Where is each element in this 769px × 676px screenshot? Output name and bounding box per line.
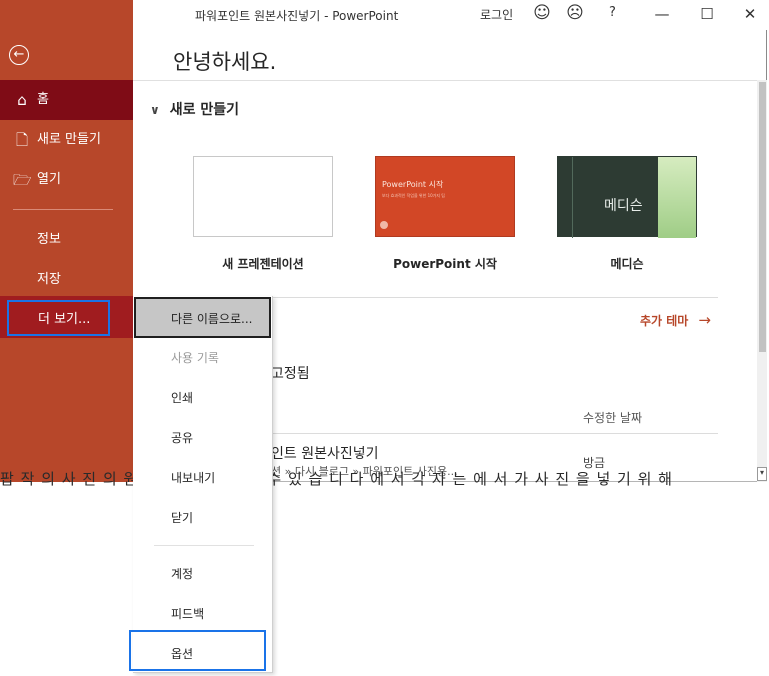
sidebar-divider <box>13 209 113 210</box>
document-background-text: 팝 작 의 사 진 의 원 본 을 구 사 용 할 수 있 습 니 다 에 서 … <box>0 470 673 488</box>
list-divider <box>270 433 718 434</box>
menu-item-share[interactable]: 공유 <box>133 418 272 458</box>
section-divider <box>270 297 718 298</box>
sidebar-item-label: 홈 <box>37 92 49 107</box>
minimize-button[interactable]: — <box>639 0 685 30</box>
title-bar: 파워포인트 원본사진넣기 - PowerPoint 로그인 ☺ ☹ ? — ☐ … <box>133 0 767 30</box>
menu-item-close[interactable]: 닫기 <box>133 498 272 538</box>
more-dropdown-menu: 사용 기록 인쇄 공유 내보내기 닫기 계정 피드백 옵션 <box>133 296 273 673</box>
column-header-modified[interactable]: 수정한 날짜 <box>583 409 642 426</box>
thumbnail-title: PowerPoint 시작 <box>382 180 444 189</box>
sidebar-item-open[interactable]: 🗁 열기 <box>0 160 133 200</box>
thumbnail-title: 메디슨 <box>604 198 643 214</box>
options-highlight-box <box>129 630 266 671</box>
smile-feedback-icon[interactable]: ☺ <box>533 4 551 22</box>
template-blank-thumbnail[interactable] <box>193 156 333 237</box>
menu-item-export[interactable]: 내보내기 <box>133 458 272 498</box>
template-powerpoint-start-thumbnail[interactable]: PowerPoint 시작 보다 효과적인 작업을 위한 10가지 팁 <box>375 156 515 237</box>
login-link[interactable]: 로그인 <box>480 6 513 23</box>
sidebar-item-label: 열기 <box>37 172 61 187</box>
menu-item-print[interactable]: 인쇄 <box>133 378 272 418</box>
maximize-button[interactable]: ☐ <box>684 0 730 30</box>
more-themes-label: 추가 테마 <box>640 314 689 328</box>
sidebar-item-new[interactable]: 🗋 새로 만들기 <box>0 120 133 160</box>
greeting-heading: 안녕하세요. <box>173 50 277 74</box>
sidebar-item-home[interactable]: ⌂ 홈 <box>0 80 133 120</box>
thumbnail-decoration <box>572 157 573 238</box>
header-divider <box>133 80 767 81</box>
folder-open-icon: 🗁 <box>13 171 32 189</box>
back-arrow-icon[interactable]: ← <box>9 45 29 65</box>
new-section-title: 새로 만들기 <box>169 102 240 118</box>
more-highlight-box <box>7 300 110 336</box>
menu-item-account[interactable]: 계정 <box>133 554 272 594</box>
scrollbar-thumb[interactable] <box>759 82 766 352</box>
template-madison-thumbnail[interactable]: 메디슨 <box>557 156 697 238</box>
frown-feedback-icon[interactable]: ☹ <box>566 4 584 22</box>
more-themes-link[interactable]: 추가 테마 → <box>640 311 711 329</box>
sidebar-item-label: 새로 만들기 <box>37 132 101 147</box>
help-icon[interactable]: ? <box>609 5 616 20</box>
close-button[interactable]: ✕ <box>727 0 769 30</box>
template-label[interactable]: 새 프레젠테이션 <box>173 255 353 272</box>
window-title: 파워포인트 원본사진넣기 - PowerPoint <box>195 9 399 23</box>
new-section-header[interactable]: ∨ 새로 만들기 <box>150 99 239 119</box>
thumbnail-subtitle: 보다 효과적인 작업을 위한 10가지 팁 <box>382 193 445 198</box>
thumbnail-decoration <box>658 157 696 238</box>
sidebar-item-save[interactable]: 저장 <box>37 268 127 287</box>
home-icon: ⌂ <box>17 91 27 109</box>
menu-item-feedback[interactable]: 피드백 <box>133 594 272 634</box>
menu-item-history: 사용 기록 <box>171 351 219 365</box>
chevron-down-icon: ∨ <box>150 103 160 117</box>
menu-item-save-as[interactable]: 다른 이름으로... <box>134 297 271 338</box>
pinned-tab[interactable]: 고정됨 <box>271 363 310 383</box>
menu-divider <box>154 545 254 546</box>
recent-file-title[interactable]: 인트 원본사진넣기 <box>271 443 379 463</box>
template-label[interactable]: 메디슨 <box>537 255 717 272</box>
sidebar-item-info[interactable]: 정보 <box>37 228 127 247</box>
template-label[interactable]: PowerPoint 시작 <box>355 255 535 272</box>
arrow-right-icon: → <box>698 311 711 329</box>
thumbnail-decoration <box>380 221 388 229</box>
new-document-icon: 🗋 <box>15 131 29 149</box>
menu-item-label: 다른 이름으로... <box>171 312 253 326</box>
